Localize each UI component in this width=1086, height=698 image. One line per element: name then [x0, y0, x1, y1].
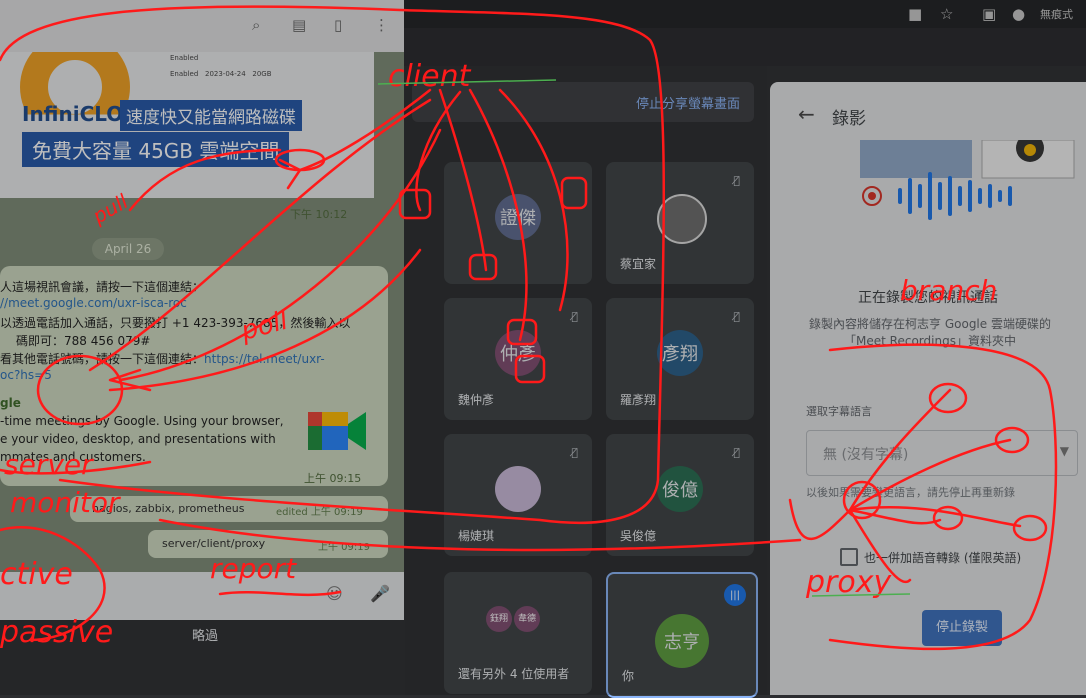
participant-tile[interactable]: 🎙̸ 彥翔 羅彥翔 [606, 298, 754, 420]
caption-language-select[interactable]: 無 (沒有字幕) ▼ [806, 430, 1078, 476]
participant-tile[interactable]: 🎙̸ 楊婕琪 [444, 434, 592, 556]
reply-bubble[interactable]: server/client/proxy 上午 09:19 [148, 530, 388, 558]
caption-hint: 以後如果需要變更語言，請先停止再重新錄 [806, 486, 1015, 499]
avatar [495, 466, 541, 512]
avatar: 韋德 [514, 606, 540, 632]
avatar [657, 194, 707, 244]
bookmark-star-icon[interactable]: ☆ [940, 5, 953, 23]
emoji-icon[interactable]: ☺ [326, 584, 343, 603]
participant-name: 蔡宜家 [620, 257, 657, 271]
message-time: 上午 09:19 [318, 542, 370, 553]
ad-image[interactable]: Enabled Enabled 2023-04-24 20GB InfiniCL… [0, 52, 374, 198]
stop-sharing-button[interactable]: 停止分享螢幕畫面 [636, 93, 740, 112]
profile-label[interactable]: 無痕式 [1040, 6, 1073, 22]
camera-icon[interactable]: ■ [908, 5, 922, 23]
stop-recording-button[interactable]: 停止錄製 [922, 610, 1002, 646]
participant-name: 吳俊億 [620, 529, 657, 543]
avatar: 仲彥 [495, 330, 541, 376]
participant-tile[interactable]: 🎙̸ 蔡宜家 [606, 162, 754, 284]
live-chat-icon[interactable]: ▤ [292, 16, 306, 34]
phone-link[interactable]: https://tel.meet/uxr- [204, 352, 325, 366]
phone-link-cont[interactable]: oc?hs=5 [0, 368, 52, 382]
ad-brand: InfiniCLO [22, 102, 124, 126]
others-avatars: 鈺翔 韋德 [486, 606, 542, 632]
caption-language-value: 無 (沒有字幕) [823, 447, 909, 463]
reply-text: server/client/proxy [162, 537, 266, 550]
chat-toolbar: ⌕ ▤ ▯ ⋮ [0, 0, 404, 52]
participant-tile[interactable]: 🎙̸ 仲彥 魏仲彥 [444, 298, 592, 420]
participant-name: 你 [622, 669, 635, 683]
preview-site: gle [0, 396, 21, 410]
back-arrow-icon[interactable]: ← [798, 102, 815, 126]
message-bubble[interactable]: 人這場視訊會議，請按一下這個連結： //meet.google.com/uxr-… [0, 266, 388, 486]
more-menu-icon[interactable]: ⋮ [374, 16, 389, 34]
transcript-checkbox[interactable] [840, 548, 858, 566]
participant-name: 羅彥翔 [620, 393, 657, 407]
ad-cell: Enabled [170, 70, 199, 78]
ad-subheadline: 免費大容量 45GB 雲端空間 [22, 132, 290, 167]
mic-off-icon: 🎙̸ [733, 310, 740, 323]
preview-text: mmates and customers. [0, 450, 146, 464]
others-label: 還有另外 4 位使用者 [458, 667, 570, 681]
ad-cell: 2023-04-24 [204, 70, 246, 78]
participant-name: 楊婕琪 [458, 529, 495, 543]
ad-cell: 20GB [252, 70, 272, 78]
chat-window: ⌕ ▤ ▯ ⋮ Enabled Enabled 2023-04-24 20GB … [0, 0, 404, 620]
mic-off-icon: 🎙̸ [733, 174, 740, 187]
message-line: 碼即可：788 456 079# [16, 334, 151, 348]
participant-tile[interactable]: 🎙̸ 俊億 吳俊億 [606, 434, 754, 556]
message-line: 看其他電話號碼，請按一下這個連結：https://tel.meet/uxr- [0, 350, 325, 367]
sidebar-toggle-icon[interactable]: ▯ [334, 16, 342, 34]
mic-off-icon: 🎙̸ [571, 310, 578, 323]
sharing-banner: 停止分享螢幕畫面 [412, 82, 754, 122]
skip-label[interactable]: 略過 [192, 625, 218, 644]
avatar: 俊億 [657, 466, 703, 512]
message-line: 人這場視訊會議，請按一下這個連結： [0, 280, 205, 294]
reply-text: nagios, zabbix, prometheus [92, 502, 245, 515]
message-line: 以透過電話加入通話，只要撥打 +1 423-393-7685，然後輸入以 [0, 316, 351, 330]
self-tile[interactable]: ||| 志亨 你 [606, 572, 758, 698]
ad-table-row: Enabled [170, 54, 199, 62]
recording-status: 正在錄製您的視訊通話 [858, 290, 998, 306]
recording-panel: ← 錄影 正在錄製您的視訊通話 錄製內容將儲存在柯志亨 Google 雲端硬碟的… [770, 82, 1086, 695]
panel-title: 錄影 [832, 109, 866, 129]
ad-headline: 速度快又能當網路磁碟 [120, 100, 302, 131]
annotation-passive: passive [0, 615, 113, 650]
search-icon[interactable]: ⌕ [252, 16, 260, 34]
ad-table-row: Enabled 2023-04-24 20GB [170, 70, 272, 78]
message-time: 上午 09:15 [304, 472, 362, 485]
reply-bubble[interactable]: nagios, zabbix, prometheus edited 上午 09:… [70, 496, 388, 522]
google-meet-icon [308, 412, 366, 450]
participant-tile[interactable]: 證傑 [444, 162, 592, 284]
others-tile[interactable]: 鈺翔 韋德 還有另外 4 位使用者 [444, 572, 592, 694]
avatar: 志亨 [655, 614, 709, 668]
microphone-icon[interactable]: 🎤 [370, 584, 390, 603]
avatar: 證傑 [495, 194, 541, 240]
chevron-down-icon: ▼ [1059, 444, 1069, 458]
preview-text: e your video, desktop, and presentations… [0, 432, 276, 446]
message-composer[interactable]: ☺ 🎤 [0, 572, 404, 620]
message-time: edited 上午 09:19 [276, 507, 363, 518]
brand-logo [20, 52, 130, 115]
mic-off-icon: 🎙̸ [571, 446, 578, 459]
profile-avatar-icon[interactable]: ● [1012, 5, 1025, 23]
avatar: 彥翔 [657, 330, 703, 376]
recording-illustration [860, 140, 1075, 220]
date-separator: April 26 [92, 238, 164, 260]
recording-description: 錄製內容將儲存在柯志亨 Google 雲端硬碟的「Meet Recordings… [809, 317, 1051, 348]
participant-name: 魏仲彥 [458, 393, 495, 407]
message-text: 看其他電話號碼，請按一下這個連結： [0, 352, 205, 366]
sidepanel-icon[interactable]: ▣ [982, 5, 996, 23]
avatar: 鈺翔 [486, 606, 512, 632]
speaking-indicator-icon: ||| [724, 584, 746, 606]
transcript-label: 也一併加語音轉錄 (僅限英語) [864, 551, 1022, 565]
message-time: 下午 10:12 [290, 208, 348, 221]
meet-link[interactable]: //meet.google.com/uxr-isca-roc [0, 296, 187, 310]
caption-language-label: 選取字幕語言 [806, 405, 872, 418]
mic-off-icon: 🎙̸ [733, 446, 740, 459]
preview-text: -time meetings by Google. Using your bro… [0, 414, 284, 428]
